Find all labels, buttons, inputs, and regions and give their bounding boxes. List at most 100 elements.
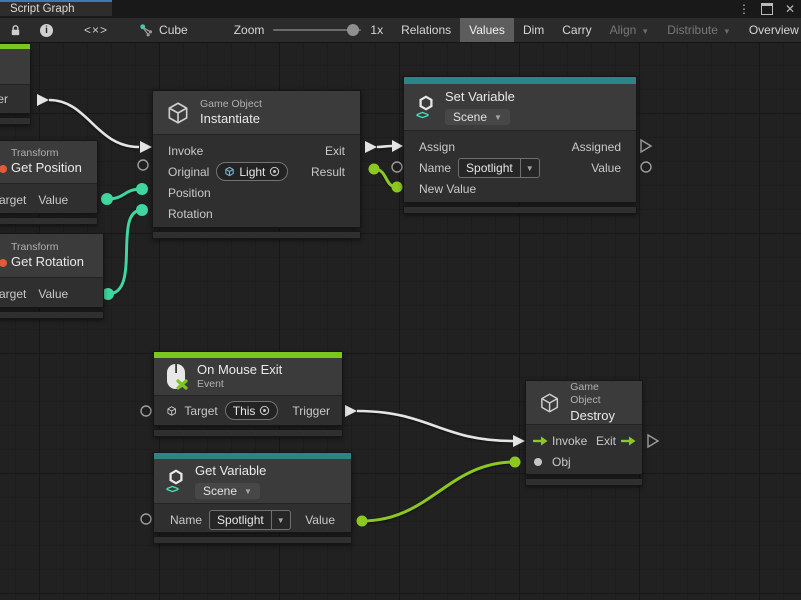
port-partial-trigger-out[interactable] bbox=[37, 94, 49, 106]
node-get-rotation[interactable]: Transform Get Rotation Target Value bbox=[0, 233, 104, 319]
node-footer bbox=[525, 478, 643, 486]
node-set-variable[interactable]: <> Set Variable Scene ▼ Assign Assi bbox=[403, 76, 637, 214]
port-setvariable-assign-in[interactable] bbox=[392, 140, 403, 152]
menu-icon[interactable]: ⋮ bbox=[737, 0, 751, 18]
port-destroy-exit-out[interactable] bbox=[648, 435, 658, 447]
window-controls: ⋮ ✕ bbox=[737, 0, 797, 18]
port-label-original: Original bbox=[168, 165, 209, 179]
port-onmouseexit-target-in[interactable] bbox=[141, 406, 151, 416]
tab-title: Script Graph bbox=[10, 3, 75, 15]
lock-icon bbox=[9, 24, 22, 37]
zoom-control: Zoom 1x bbox=[225, 18, 392, 42]
port-setvariable-assigned-out[interactable] bbox=[641, 140, 651, 152]
node-footer bbox=[0, 311, 104, 319]
node-category: Transform bbox=[11, 241, 58, 254]
dim-button[interactable]: Dim bbox=[514, 18, 553, 42]
port-instantiate-position-in[interactable] bbox=[136, 183, 148, 195]
port-onmouseexit-trigger-out[interactable] bbox=[345, 405, 357, 417]
port-setvariable-value-out[interactable] bbox=[641, 162, 651, 172]
port-setvariable-name-in[interactable] bbox=[392, 162, 402, 172]
port-label-obj: Obj bbox=[552, 455, 571, 469]
unity-visual-scripting-window: Script Graph ⋮ ✕ i <×> Cube bbox=[0, 0, 801, 600]
port-label-target: Target bbox=[0, 193, 26, 207]
node-footer bbox=[152, 231, 361, 239]
port-getposition-value-out[interactable] bbox=[101, 193, 113, 205]
graph-canvas[interactable]: Trigger Transform Get Position Targe bbox=[0, 43, 801, 600]
node-get-variable[interactable]: <> Get Variable Scene ▼ Name Spot bbox=[153, 452, 352, 544]
object-picker-icon[interactable] bbox=[259, 405, 270, 416]
port-instantiate-invoke-in[interactable] bbox=[140, 141, 152, 153]
chevron-down-icon: ▼ bbox=[271, 511, 290, 529]
distribute-button[interactable]: Distribute▼ bbox=[658, 18, 740, 42]
tab-script-graph[interactable]: Script Graph bbox=[0, 0, 112, 16]
wire-getrotation-to-rotation[interactable] bbox=[108, 210, 142, 294]
original-object-field[interactable]: Light bbox=[216, 162, 288, 181]
port-label-trigger: Trigger bbox=[0, 92, 8, 106]
target-object-field[interactable]: This bbox=[225, 401, 279, 420]
wire-trigger-to-destroy[interactable] bbox=[357, 411, 513, 441]
variable-scope-dropdown[interactable]: Scene ▼ bbox=[195, 483, 260, 499]
game-object-cube-icon bbox=[538, 391, 561, 415]
zoom-label: Zoom bbox=[234, 23, 265, 37]
wire-exit-to-assign[interactable] bbox=[377, 146, 392, 147]
node-title: Get Rotation bbox=[11, 254, 84, 270]
close-icon[interactable]: ✕ bbox=[783, 0, 797, 18]
port-instantiate-original-in[interactable] bbox=[138, 160, 148, 170]
chevron-down-icon: ▼ bbox=[520, 159, 539, 177]
chevron-down-icon: ▼ bbox=[244, 488, 252, 496]
variable-scope-dropdown[interactable]: Scene ▼ bbox=[445, 109, 510, 125]
node-category: Transform bbox=[11, 147, 58, 160]
variable-unity-icon: <> bbox=[416, 94, 436, 121]
object-field-value: Light bbox=[239, 165, 265, 179]
port-label-name: Name bbox=[170, 513, 202, 527]
transform-icon bbox=[0, 259, 7, 267]
port-destroy-invoke-in[interactable] bbox=[513, 435, 525, 447]
port-getvariable-name-in[interactable] bbox=[141, 514, 151, 524]
graph-toolbar: i <×> Cube Zoom 1x Relations Values bbox=[0, 18, 801, 43]
breadcrumb[interactable]: Cube bbox=[130, 18, 197, 42]
node-title: Set Variable bbox=[445, 89, 515, 105]
game-object-cube-icon bbox=[166, 403, 177, 419]
port-label-trigger: Trigger bbox=[292, 404, 330, 418]
flow-arrow-icon[interactable] bbox=[620, 436, 636, 446]
carry-button[interactable]: Carry bbox=[553, 18, 600, 42]
lock-button[interactable] bbox=[0, 18, 31, 42]
variable-color-bar bbox=[404, 77, 636, 84]
port-label-target: Target bbox=[0, 287, 26, 301]
node-category: Game Object bbox=[570, 381, 630, 407]
breadcrumb-label: Cube bbox=[159, 23, 188, 37]
port-destroy-obj-in[interactable] bbox=[510, 457, 521, 468]
obj-port-dot[interactable] bbox=[534, 458, 542, 466]
node-on-mouse-exit[interactable]: On Mouse Exit Event Target This bbox=[153, 351, 343, 437]
object-picker-icon[interactable] bbox=[269, 166, 280, 177]
align-button[interactable]: Align▼ bbox=[601, 18, 659, 42]
zoom-slider-handle[interactable] bbox=[347, 24, 359, 36]
node-instantiate[interactable]: Game Object Instantiate Invoke Exit Orig… bbox=[152, 90, 361, 239]
node-partial-event[interactable]: Trigger bbox=[0, 43, 31, 125]
port-getvariable-value-out[interactable] bbox=[357, 516, 368, 527]
mouse-exit-icon bbox=[166, 363, 188, 390]
port-label-rotation: Rotation bbox=[168, 207, 213, 221]
maximize-icon[interactable] bbox=[761, 3, 773, 15]
graph-icon bbox=[139, 23, 154, 38]
port-instantiate-rotation-in[interactable] bbox=[136, 204, 148, 216]
variable-name-select[interactable]: Spotlight ▼ bbox=[458, 158, 540, 178]
wire-value-to-obj[interactable] bbox=[362, 462, 515, 521]
node-get-position[interactable]: Transform Get Position Target Value bbox=[0, 140, 98, 225]
port-instantiate-exit-out[interactable] bbox=[365, 141, 377, 153]
relations-button[interactable]: Relations bbox=[392, 18, 460, 42]
port-instantiate-result-out[interactable] bbox=[369, 164, 380, 175]
port-setvariable-newvalue-in[interactable] bbox=[392, 182, 403, 193]
port-label-assign: Assign bbox=[419, 140, 455, 154]
node-header bbox=[0, 49, 30, 85]
zoom-slider[interactable] bbox=[273, 29, 361, 31]
info-button[interactable]: i bbox=[31, 18, 62, 42]
title-bar: Script Graph ⋮ ✕ bbox=[0, 0, 801, 18]
overview-button[interactable]: Overview bbox=[740, 18, 801, 42]
node-destroy[interactable]: Game Object Destroy Invoke Exit bbox=[525, 380, 643, 486]
variable-name-select[interactable]: Spotlight ▼ bbox=[209, 510, 291, 530]
expand-embed-button[interactable]: <×> bbox=[62, 18, 130, 42]
flow-arrow-icon[interactable] bbox=[532, 436, 548, 446]
values-button[interactable]: Values bbox=[460, 18, 514, 42]
port-label-value: Value bbox=[305, 513, 335, 527]
